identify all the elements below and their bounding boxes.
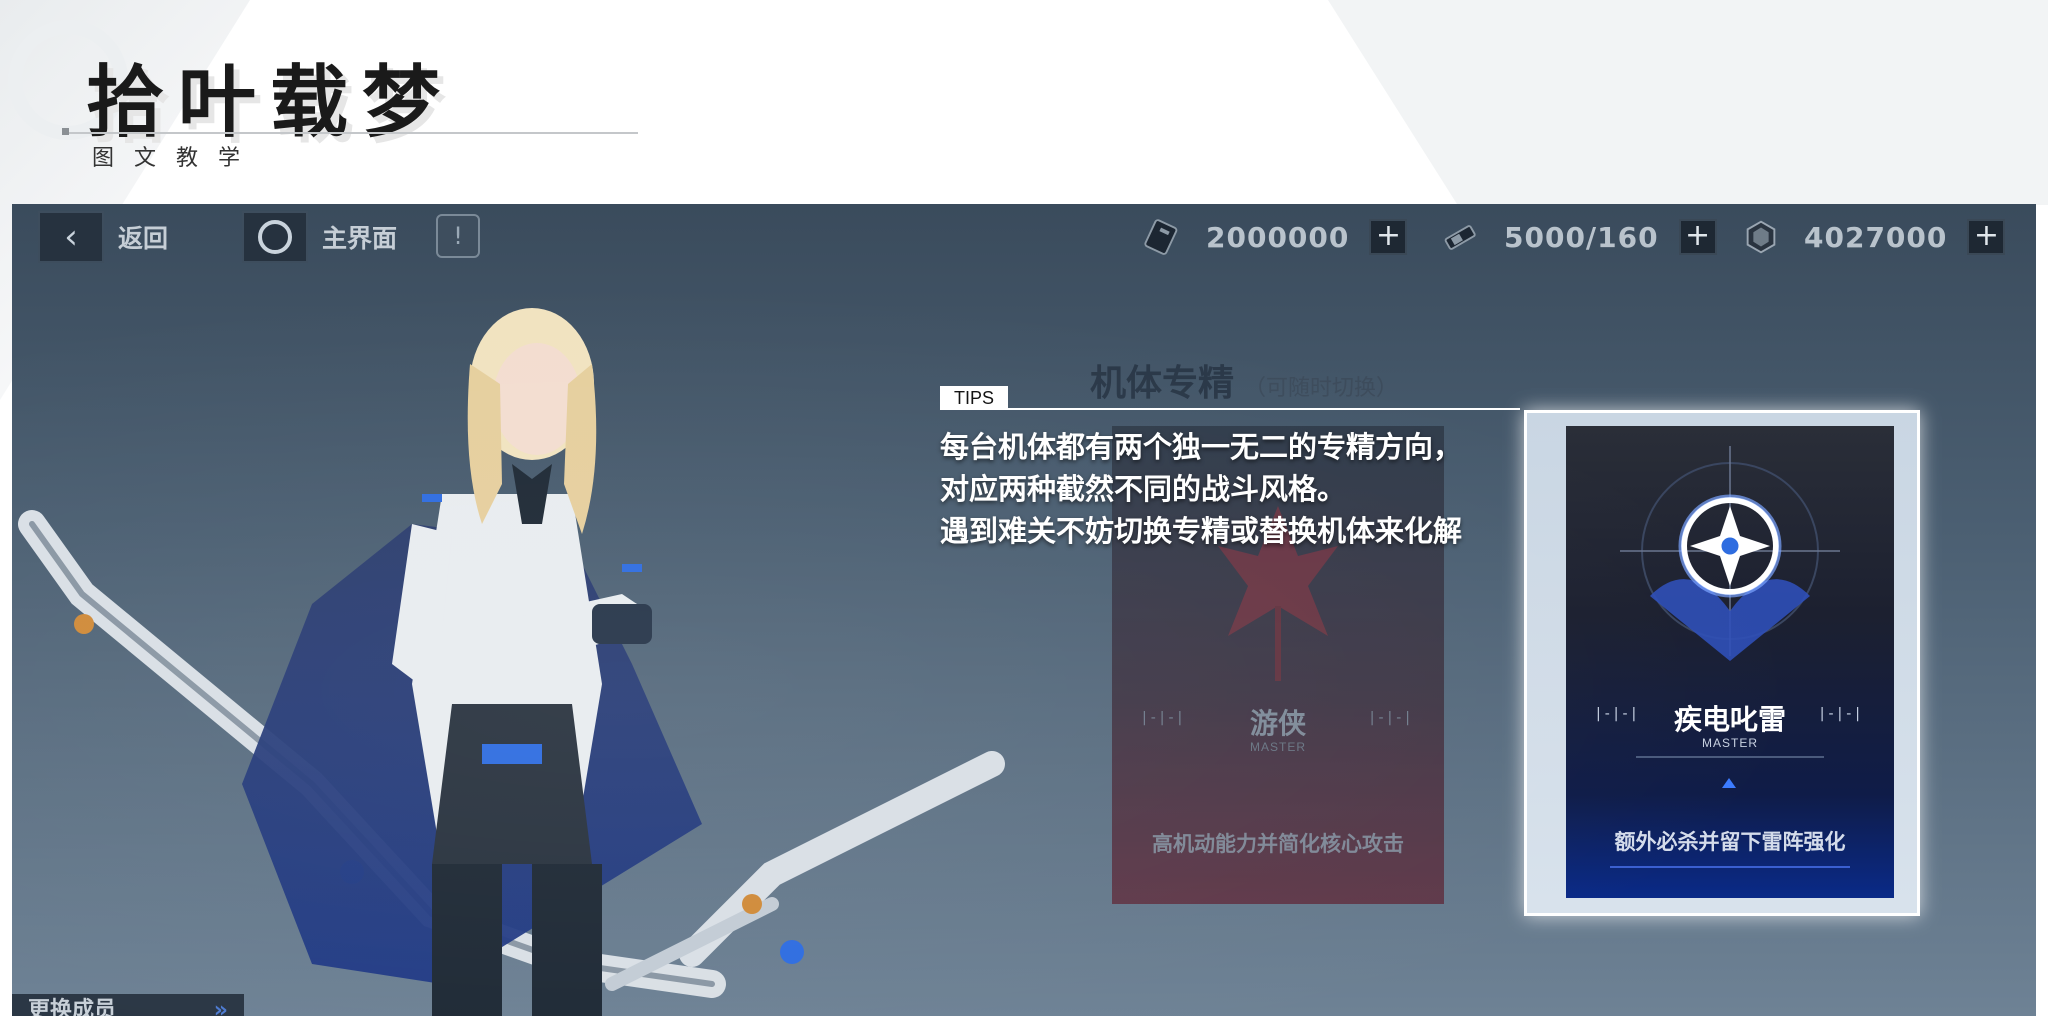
tips-line-2: 对应两种截然不同的战斗风格。 xyxy=(940,472,1347,506)
tips-text: 每台机体都有两个独一无二的专精方向， 对应两种截然不同的战斗风格。 遇到难关不妨… xyxy=(940,426,1500,552)
card-description: 高机动能力并简化核心攻击 xyxy=(1152,832,1404,856)
currency-2-value: 5000/160 xyxy=(1504,220,1659,254)
currency-3-value: 4027000 xyxy=(1804,220,1948,254)
tips-line-3: 遇到难关不妨切换专精或替换机体来化解 xyxy=(940,514,1463,548)
currency-1-plus-button[interactable]: + xyxy=(1369,219,1408,255)
card-name: 疾电叱雷 xyxy=(1673,703,1786,736)
currency-1: 2000000 + xyxy=(1142,212,1408,262)
tips-divider xyxy=(940,408,1520,410)
card-description: 额外必杀并留下雷阵强化 xyxy=(1614,830,1846,854)
crystal-icon xyxy=(1740,220,1782,254)
change-member-label: 更换成员 xyxy=(28,998,117,1016)
card-rank: MASTER xyxy=(1701,736,1758,750)
currency-3: 4027000 + xyxy=(1740,212,2006,262)
card-name: 游侠 xyxy=(1249,707,1306,740)
tips-label: TIPS xyxy=(940,386,1008,410)
currency-3-plus-button[interactable]: + xyxy=(1967,219,2006,255)
slide-title: 拾叶载梦 xyxy=(86,58,455,148)
currency-1-value: 2000000 xyxy=(1206,220,1350,254)
slide-subtitle: 图文教学 xyxy=(92,146,261,171)
back-button[interactable]: ‹ 返回 xyxy=(38,210,168,264)
header-decoration-right xyxy=(1328,0,2048,205)
double-chevron-right-icon: » xyxy=(213,998,228,1016)
section-title: 机体专精 （可随时切换） xyxy=(1090,363,1399,404)
triangle-marker-icon xyxy=(1722,778,1736,788)
currency-2: 5000/160 + xyxy=(1440,212,1717,262)
section-hint: （可随时切换） xyxy=(1244,376,1399,401)
home-circle-icon xyxy=(242,211,308,263)
currency-2-plus-button[interactable]: + xyxy=(1678,219,1717,255)
card-bottom-rule xyxy=(1610,866,1850,868)
thunder-emblem-icon xyxy=(1620,446,1840,661)
tips-line-1: 每台机体都有两个独一无二的专精方向， xyxy=(940,430,1463,464)
home-label: 主界面 xyxy=(322,224,398,253)
card-rank: MASTER xyxy=(1249,740,1306,754)
spec-card-thunder[interactable]: |-|-| |-|-| 疾电叱雷 MASTER 额外必杀并留下雷阵强化 xyxy=(1566,426,1894,898)
title-divider xyxy=(64,132,638,134)
game-screenshot: ‹ 返回 主界面 ! 2000000 + 5000/160 + 4027000 … xyxy=(12,204,2036,1016)
battery-icon xyxy=(1440,220,1482,254)
chevron-left-icon: ‹ xyxy=(38,211,104,263)
card-divider xyxy=(1636,756,1824,758)
info-icon[interactable]: ! xyxy=(436,214,480,258)
home-button[interactable]: 主界面 xyxy=(242,210,397,264)
character-illustration xyxy=(18,308,1005,1016)
back-label: 返回 xyxy=(118,224,169,253)
title-divider-dot xyxy=(62,128,69,135)
ticket-icon xyxy=(1142,219,1184,255)
change-member-button[interactable]: 更换成员 » xyxy=(12,994,244,1016)
top-bar: ‹ 返回 主界面 ! 2000000 + 5000/160 + 4027000 … xyxy=(12,204,2036,270)
